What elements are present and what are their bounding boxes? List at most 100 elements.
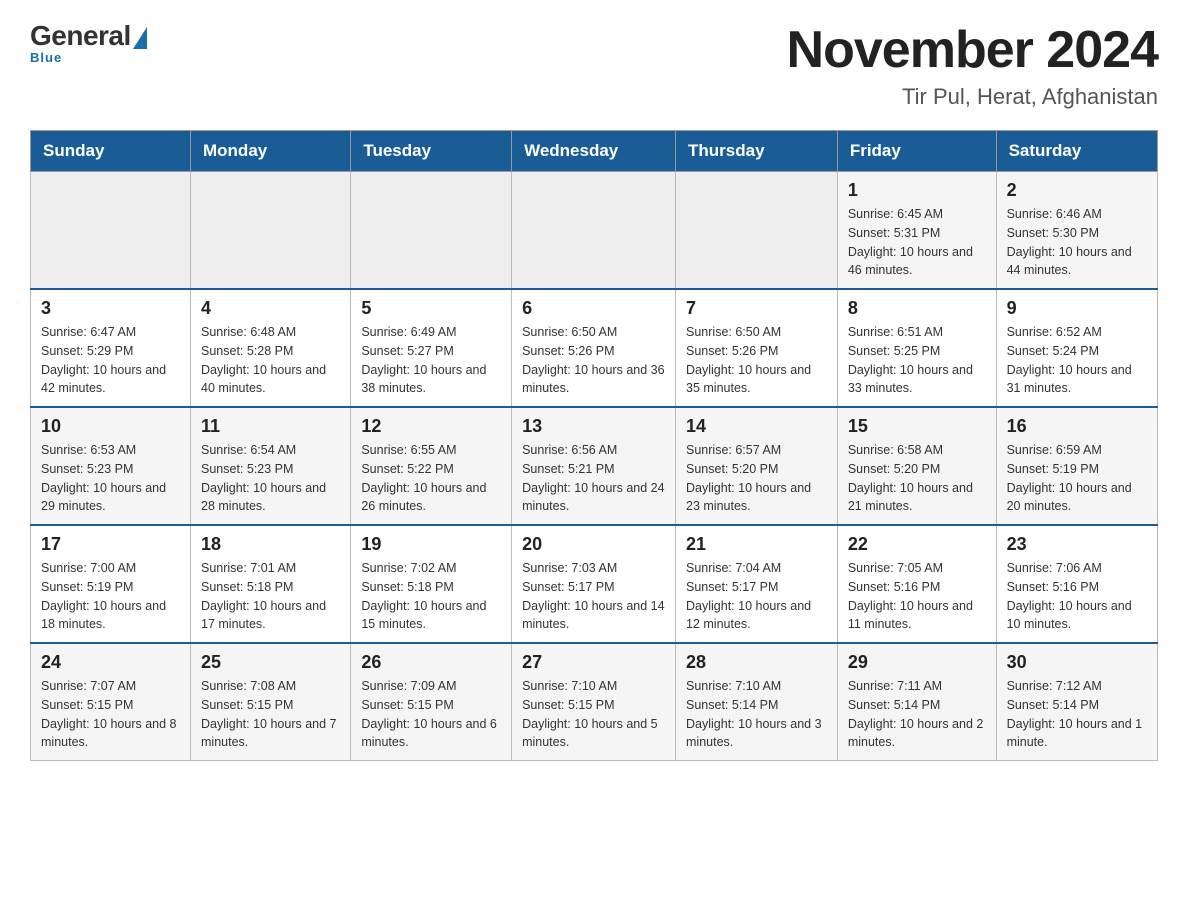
header-monday: Monday bbox=[191, 131, 351, 172]
day-number: 14 bbox=[686, 416, 827, 437]
day-info: Sunrise: 6:47 AMSunset: 5:29 PMDaylight:… bbox=[41, 323, 180, 398]
day-number: 13 bbox=[522, 416, 665, 437]
day-number: 30 bbox=[1007, 652, 1147, 673]
day-number: 15 bbox=[848, 416, 986, 437]
day-number: 24 bbox=[41, 652, 180, 673]
day-number: 26 bbox=[361, 652, 501, 673]
table-row: 19 Sunrise: 7:02 AMSunset: 5:18 PMDayligh… bbox=[351, 525, 512, 643]
table-row: 30Sunrise: 7:12 AMSunset: 5:14 PMDayligh… bbox=[996, 643, 1157, 761]
day-number: 8 bbox=[848, 298, 986, 319]
day-number: 3 bbox=[41, 298, 180, 319]
table-row: 5 Sunrise: 6:49 AMSunset: 5:27 PMDaylight… bbox=[351, 289, 512, 407]
header-saturday: Saturday bbox=[996, 131, 1157, 172]
calendar-week-row: 1 Sunrise: 6:45 AMSunset: 5:31 PMDaylight… bbox=[31, 172, 1158, 290]
day-info: Sunrise: 6:50 AMSunset: 5:26 PMDaylight:… bbox=[522, 323, 665, 398]
day-number: 21 bbox=[686, 534, 827, 555]
day-number: 19 bbox=[361, 534, 501, 555]
day-info: Sunrise: 7:07 AMSunset: 5:15 PMDaylight:… bbox=[41, 677, 180, 752]
day-info: Sunrise: 6:56 AMSunset: 5:21 PMDaylight:… bbox=[522, 441, 665, 516]
table-row: 13 Sunrise: 6:56 AMSunset: 5:21 PMDayligh… bbox=[512, 407, 676, 525]
day-info: Sunrise: 7:00 AMSunset: 5:19 PMDaylight:… bbox=[41, 559, 180, 634]
day-info: Sunrise: 7:03 AMSunset: 5:17 PMDaylight:… bbox=[522, 559, 665, 634]
day-info: Sunrise: 6:55 AMSunset: 5:22 PMDaylight:… bbox=[361, 441, 501, 516]
day-number: 27 bbox=[522, 652, 665, 673]
table-row bbox=[31, 172, 191, 290]
table-row: 15Sunrise: 6:58 AMSunset: 5:20 PMDayligh… bbox=[837, 407, 996, 525]
day-number: 17 bbox=[41, 534, 180, 555]
day-info: Sunrise: 7:11 AMSunset: 5:14 PMDaylight:… bbox=[848, 677, 986, 752]
header-wednesday: Wednesday bbox=[512, 131, 676, 172]
table-row: 18Sunrise: 7:01 AMSunset: 5:18 PMDayligh… bbox=[191, 525, 351, 643]
day-info: Sunrise: 6:59 AMSunset: 5:19 PMDaylight:… bbox=[1007, 441, 1147, 516]
table-row: 4 Sunrise: 6:48 AMSunset: 5:28 PMDaylight… bbox=[191, 289, 351, 407]
day-info: Sunrise: 7:06 AMSunset: 5:16 PMDaylight:… bbox=[1007, 559, 1147, 634]
day-number: 16 bbox=[1007, 416, 1147, 437]
day-info: Sunrise: 6:53 AMSunset: 5:23 PMDaylight:… bbox=[41, 441, 180, 516]
day-info: Sunrise: 6:48 AMSunset: 5:28 PMDaylight:… bbox=[201, 323, 340, 398]
header-sunday: Sunday bbox=[31, 131, 191, 172]
day-info: Sunrise: 6:57 AMSunset: 5:20 PMDaylight:… bbox=[686, 441, 827, 516]
page-header: General Blue November 2024 Tir Pul, Hera… bbox=[30, 20, 1158, 110]
table-row: 26 Sunrise: 7:09 AMSunset: 5:15 PMDayligh… bbox=[351, 643, 512, 761]
day-info: Sunrise: 6:50 AMSunset: 5:26 PMDaylight:… bbox=[686, 323, 827, 398]
table-row: 24 Sunrise: 7:07 AMSunset: 5:15 PMDayligh… bbox=[31, 643, 191, 761]
day-info: Sunrise: 7:01 AMSunset: 5:18 PMDaylight:… bbox=[201, 559, 340, 634]
day-number: 25 bbox=[201, 652, 340, 673]
day-number: 9 bbox=[1007, 298, 1147, 319]
day-info: Sunrise: 7:08 AMSunset: 5:15 PMDaylight:… bbox=[201, 677, 340, 752]
day-number: 5 bbox=[361, 298, 501, 319]
day-number: 4 bbox=[201, 298, 340, 319]
title-block: November 2024 Tir Pul, Herat, Afghanista… bbox=[787, 20, 1158, 110]
calendar-table: Sunday Monday Tuesday Wednesday Thursday… bbox=[30, 130, 1158, 761]
day-info: Sunrise: 7:02 AMSunset: 5:18 PMDaylight:… bbox=[361, 559, 501, 634]
calendar-week-row: 24 Sunrise: 7:07 AMSunset: 5:15 PMDayligh… bbox=[31, 643, 1158, 761]
day-number: 20 bbox=[522, 534, 665, 555]
day-info: Sunrise: 6:54 AMSunset: 5:23 PMDaylight:… bbox=[201, 441, 340, 516]
table-row bbox=[512, 172, 676, 290]
day-number: 7 bbox=[686, 298, 827, 319]
table-row: 6 Sunrise: 6:50 AMSunset: 5:26 PMDaylight… bbox=[512, 289, 676, 407]
table-row: 2 Sunrise: 6:46 AMSunset: 5:30 PMDaylight… bbox=[996, 172, 1157, 290]
day-number: 10 bbox=[41, 416, 180, 437]
day-info: Sunrise: 7:10 AMSunset: 5:15 PMDaylight:… bbox=[522, 677, 665, 752]
table-row bbox=[351, 172, 512, 290]
day-number: 11 bbox=[201, 416, 340, 437]
table-row: 11 Sunrise: 6:54 AMSunset: 5:23 PMDayligh… bbox=[191, 407, 351, 525]
logo-general-text: General bbox=[30, 20, 131, 52]
table-row: 28Sunrise: 7:10 AMSunset: 5:14 PMDayligh… bbox=[676, 643, 838, 761]
table-row: 8 Sunrise: 6:51 AMSunset: 5:25 PMDaylight… bbox=[837, 289, 996, 407]
calendar-week-row: 17 Sunrise: 7:00 AMSunset: 5:19 PMDayligh… bbox=[31, 525, 1158, 643]
day-number: 2 bbox=[1007, 180, 1147, 201]
day-info: Sunrise: 6:45 AMSunset: 5:31 PMDaylight:… bbox=[848, 205, 986, 280]
day-number: 23 bbox=[1007, 534, 1147, 555]
header-thursday: Thursday bbox=[676, 131, 838, 172]
table-row: 29Sunrise: 7:11 AMSunset: 5:14 PMDayligh… bbox=[837, 643, 996, 761]
table-row: 17 Sunrise: 7:00 AMSunset: 5:19 PMDayligh… bbox=[31, 525, 191, 643]
header-friday: Friday bbox=[837, 131, 996, 172]
table-row: 25 Sunrise: 7:08 AMSunset: 5:15 PMDayligh… bbox=[191, 643, 351, 761]
day-info: Sunrise: 6:51 AMSunset: 5:25 PMDaylight:… bbox=[848, 323, 986, 398]
day-number: 6 bbox=[522, 298, 665, 319]
logo-blue-text: Blue bbox=[30, 50, 62, 65]
day-number: 12 bbox=[361, 416, 501, 437]
table-row: 14 Sunrise: 6:57 AMSunset: 5:20 PMDayligh… bbox=[676, 407, 838, 525]
day-info: Sunrise: 7:09 AMSunset: 5:15 PMDaylight:… bbox=[361, 677, 501, 752]
day-number: 22 bbox=[848, 534, 986, 555]
day-info: Sunrise: 7:10 AMSunset: 5:14 PMDaylight:… bbox=[686, 677, 827, 752]
logo: General Blue bbox=[30, 20, 147, 65]
day-number: 1 bbox=[848, 180, 986, 201]
calendar-week-row: 10 Sunrise: 6:53 AMSunset: 5:23 PMDayligh… bbox=[31, 407, 1158, 525]
table-row: 9Sunrise: 6:52 AMSunset: 5:24 PMDaylight… bbox=[996, 289, 1157, 407]
header-tuesday: Tuesday bbox=[351, 131, 512, 172]
table-row bbox=[676, 172, 838, 290]
table-row: 12 Sunrise: 6:55 AMSunset: 5:22 PMDayligh… bbox=[351, 407, 512, 525]
table-row: 3 Sunrise: 6:47 AMSunset: 5:29 PMDaylight… bbox=[31, 289, 191, 407]
day-info: Sunrise: 7:05 AMSunset: 5:16 PMDaylight:… bbox=[848, 559, 986, 634]
calendar-header-row: Sunday Monday Tuesday Wednesday Thursday… bbox=[31, 131, 1158, 172]
table-row: 10 Sunrise: 6:53 AMSunset: 5:23 PMDayligh… bbox=[31, 407, 191, 525]
day-info: Sunrise: 6:49 AMSunset: 5:27 PMDaylight:… bbox=[361, 323, 501, 398]
table-row: 21Sunrise: 7:04 AMSunset: 5:17 PMDayligh… bbox=[676, 525, 838, 643]
day-info: Sunrise: 6:46 AMSunset: 5:30 PMDaylight:… bbox=[1007, 205, 1147, 280]
month-title: November 2024 bbox=[787, 20, 1158, 80]
logo-triangle-icon bbox=[133, 27, 147, 49]
